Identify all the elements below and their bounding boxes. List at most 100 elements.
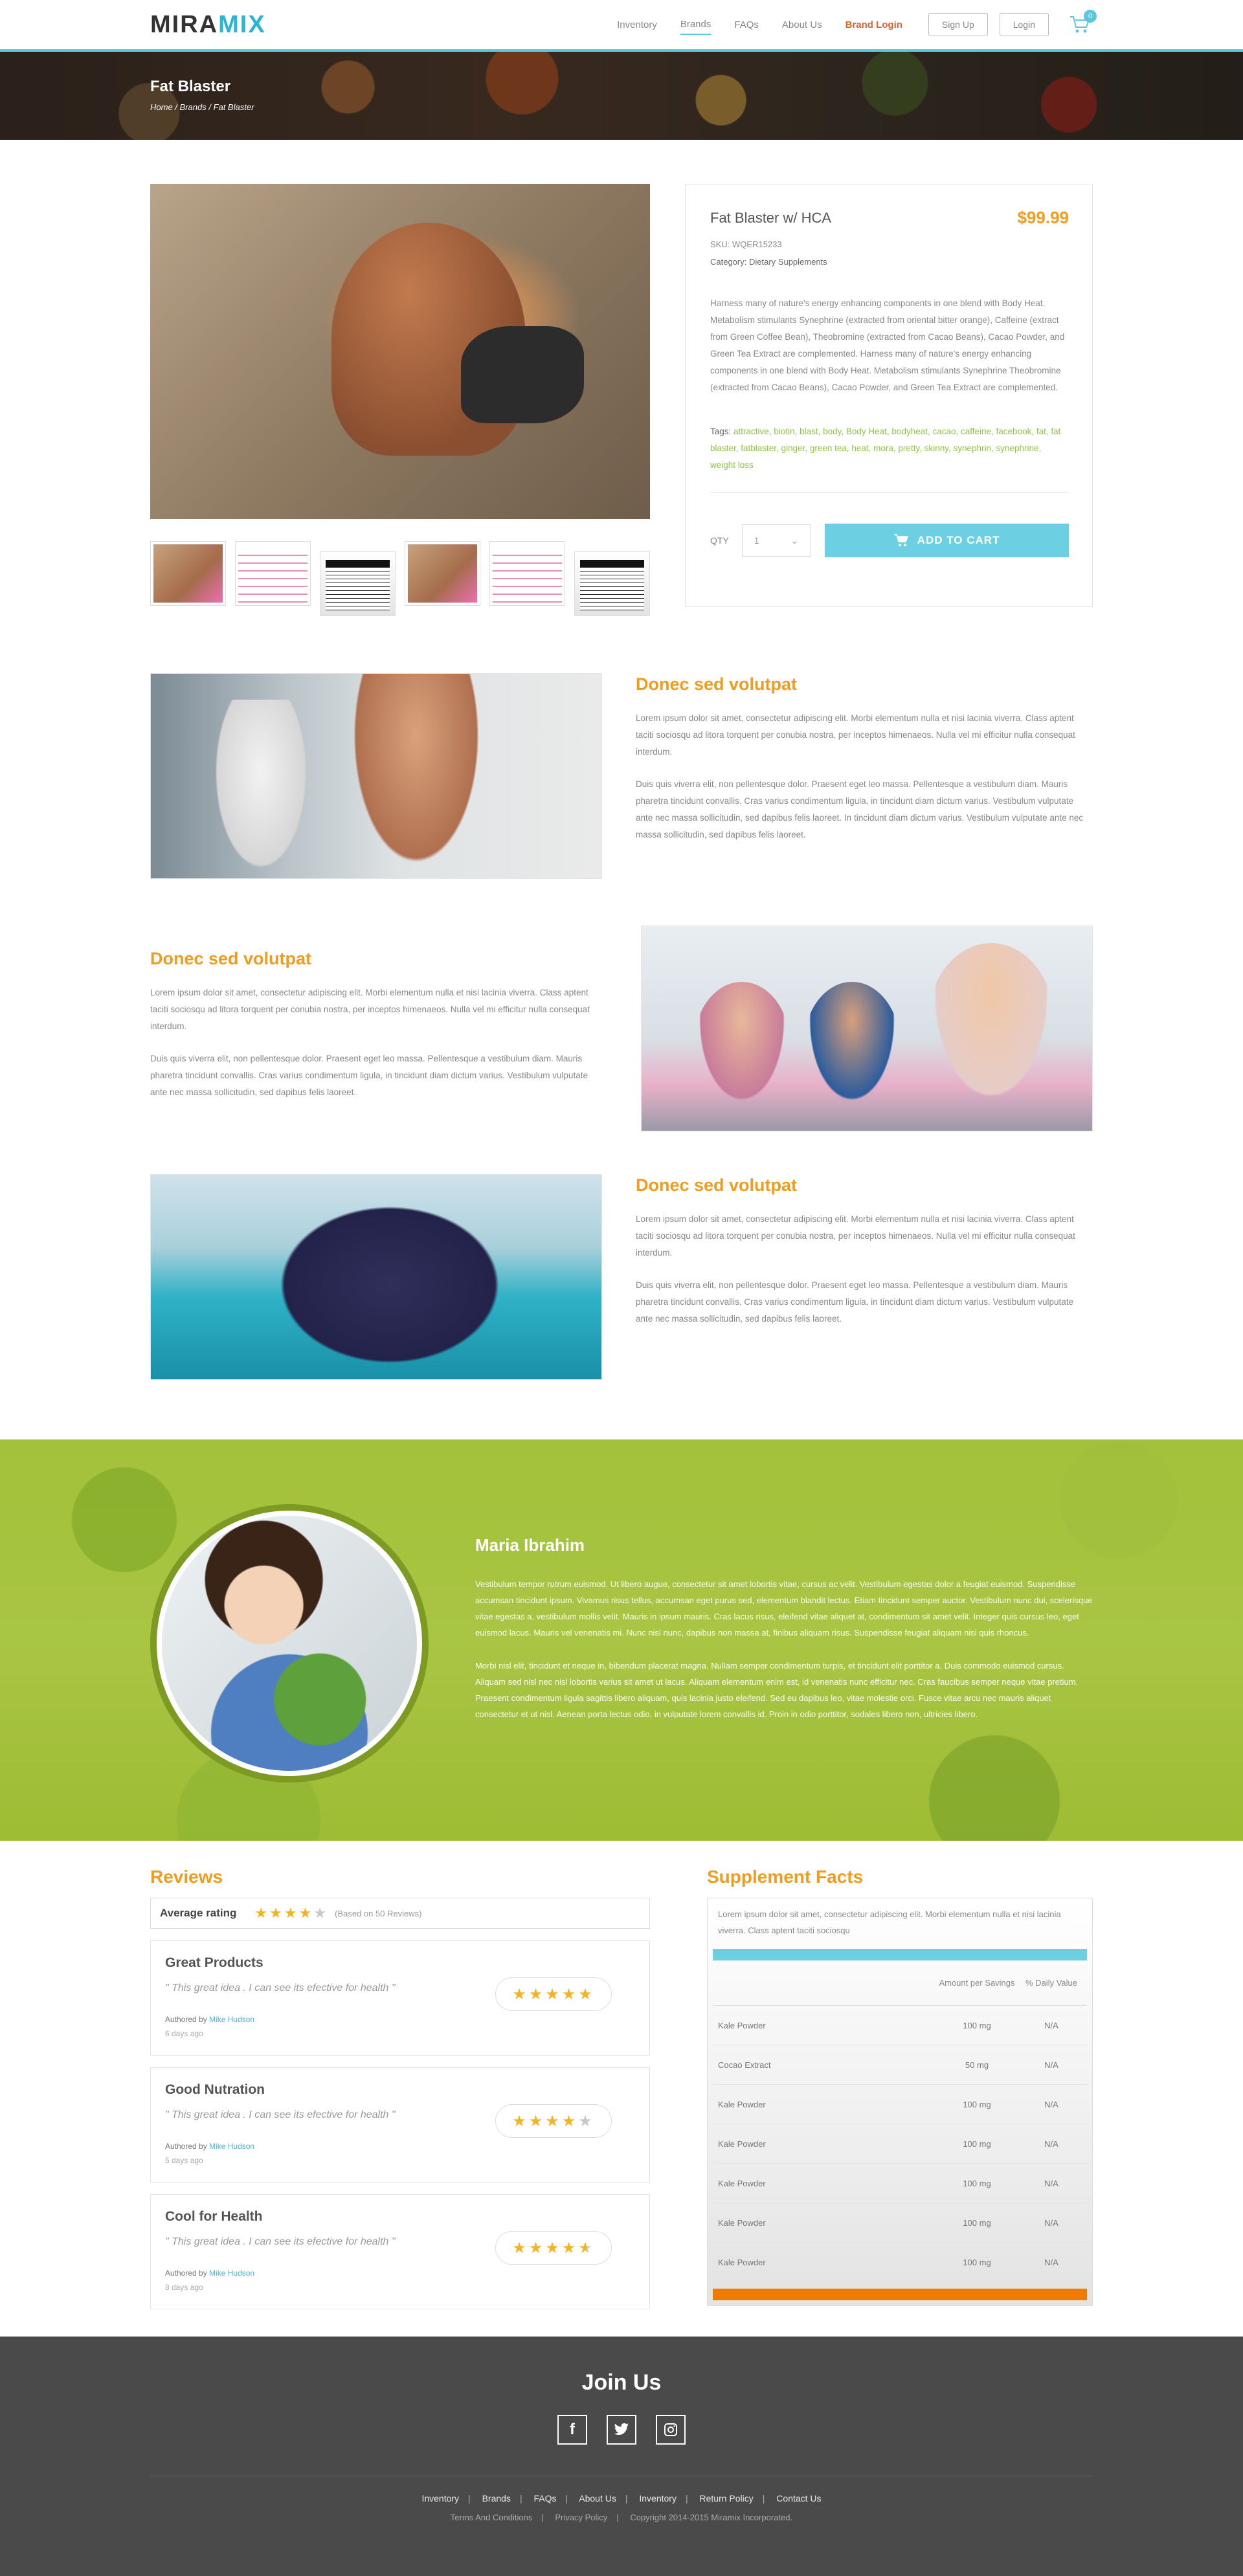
feature-image [150, 1174, 602, 1380]
nav-about-us[interactable]: About Us [782, 16, 822, 34]
review-card: Good Nutration " This great idea . I can… [150, 2067, 650, 2182]
author-link[interactable]: Mike Hudson [209, 2142, 254, 2151]
review-stars: ★ ★ ★ ★ ★ [495, 2104, 612, 2138]
footer-link-terms[interactable]: Terms And Conditions [451, 2513, 532, 2522]
category-label: Category: [710, 257, 747, 267]
review-title: Great Products [165, 1955, 263, 1970]
footer-link-return-policy[interactable]: Return Policy [700, 2493, 754, 2504]
login-button[interactable]: Login [999, 13, 1049, 36]
author-label: Authored by [165, 2015, 207, 2024]
average-rating-bar: Average rating ★★★★★ (Based on 50 Review… [150, 1898, 650, 1929]
facts-col-daily-value: % Daily Value [1025, 1978, 1077, 1988]
testimonial-paragraph: Vestibulum tempor rutrum euismod. Ut lib… [475, 1579, 1093, 1638]
tags-label: Tags: [710, 427, 732, 436]
author-label: Authored by [165, 2269, 207, 2278]
footer-link-faqs[interactable]: FAQs [533, 2493, 556, 2504]
star-icon: ★ [512, 1985, 529, 2003]
thumbnail[interactable] [235, 541, 311, 606]
breadcrumb[interactable]: Home / Brands / Fat Blaster [150, 102, 1093, 112]
facts-row: Cocao Extract 50 mg N/A [713, 2045, 1087, 2085]
facts-top-bar [713, 1949, 1087, 1960]
thumbnail[interactable] [150, 541, 226, 606]
facts-col-amount: Amount per Savings [939, 1978, 1015, 1988]
qty-label: QTY [710, 535, 729, 546]
footer-link-inventory-2[interactable]: Inventory [639, 2493, 677, 2504]
half-star-icon: ★ [578, 2239, 595, 2257]
product-category: Category: Dietary Supplements [710, 257, 1069, 267]
thumbnail[interactable] [320, 551, 396, 616]
feature-title: Donec sed volutpat [636, 674, 798, 694]
review-title: Cool for Health [165, 2209, 263, 2224]
review-date: 8 days ago [165, 2283, 203, 2292]
facts-daily-value: N/A [1044, 2217, 1058, 2228]
star-icon: ★ [561, 1985, 579, 2003]
instagram-icon[interactable] [656, 2415, 686, 2445]
review-card: Cool for Health " This great idea . I ca… [150, 2194, 650, 2309]
supplement-facts-table: Lorem ipsum dolor sit amet, consectetur … [707, 1898, 1093, 2306]
feature-paragraph: Lorem ipsum dolor sit amet, consectetur … [150, 988, 590, 1031]
facts-row: Kale Powder 100 mg N/A [713, 2085, 1087, 2124]
nav-brands[interactable]: Brands [680, 15, 711, 35]
main-nav: Inventory Brands FAQs About Us Brand Log… [617, 15, 902, 35]
product-main-image[interactable] [150, 184, 650, 519]
feature-paragraph: Lorem ipsum dolor sit amet, consectetur … [636, 1214, 1075, 1258]
star-icon: ★ [254, 1905, 270, 1921]
footer-link-about-us[interactable]: About Us [579, 2493, 616, 2504]
footer-sub-links: Terms And Conditions | Privacy Policy | Co… [450, 2513, 793, 2522]
star-icon: ★ [578, 1985, 595, 2003]
cart-button[interactable]: 0 [1069, 10, 1097, 34]
page-title: Fat Blaster [150, 78, 231, 95]
category-link[interactable]: Dietary Supplements [749, 257, 827, 267]
nav-inventory[interactable]: Inventory [617, 16, 657, 34]
footer-link-inventory[interactable]: Inventory [421, 2493, 459, 2504]
qty-select[interactable]: 1 ⌄ [741, 524, 811, 557]
author-link[interactable]: Mike Hudson [209, 2269, 254, 2278]
facts-daily-value: N/A [1044, 2178, 1058, 2188]
footer-link-contact-us[interactable]: Contact Us [776, 2493, 821, 2504]
facebook-icon[interactable]: f [557, 2415, 587, 2445]
facts-daily-value: N/A [1044, 2099, 1058, 2109]
facts-ingredient: Kale Powder [718, 2138, 766, 2149]
supplement-facts-title: Supplement Facts [707, 1867, 864, 1887]
facts-row: Kale Powder 100 mg N/A [713, 2006, 1087, 2045]
review-title: Good Nutration [165, 2082, 265, 2097]
logo[interactable]: MIRAMIX [150, 11, 266, 39]
testimonial-name: Maria Ibrahim [475, 1535, 585, 1555]
facts-bottom-bar [713, 2289, 1087, 2300]
page-hero: Fat Blaster Home / Brands / Fat Blaster [0, 52, 1243, 140]
product-description: Harness many of nature's energy enhancin… [710, 298, 1065, 392]
nav-faqs[interactable]: FAQs [734, 16, 759, 34]
empty-star-icon: ★ [313, 1905, 329, 1921]
feature-paragraph: Duis quis viverra elit, non pellentesque… [636, 779, 1084, 839]
facts-amount: 50 mg [965, 2060, 989, 2070]
review-card: Great Products " This great idea . I can… [150, 1940, 650, 2056]
footer-link-privacy[interactable]: Privacy Policy [555, 2513, 607, 2522]
facts-header-row: Amount per Savings % Daily Value [713, 1960, 1087, 2006]
thumbnail[interactable] [574, 551, 650, 616]
thumbnail[interactable] [405, 541, 480, 606]
join-us-title: Join Us [581, 2370, 662, 2395]
add-to-cart-label: ADD TO CART [917, 534, 1000, 546]
product-tags: Tags: attractive, biotin, blast, body, B… [710, 423, 1069, 493]
facts-row: Kale Powder 100 mg N/A [713, 2243, 1087, 2282]
logo-text-accent: MIX [218, 10, 266, 38]
twitter-icon[interactable] [607, 2415, 636, 2445]
tags-list[interactable]: attractive, biotin, blast, body, Body He… [710, 427, 1060, 470]
author-link[interactable]: Mike Hudson [209, 2015, 254, 2024]
cart-icon [893, 534, 908, 546]
footer-link-brands[interactable]: Brands [482, 2493, 511, 2504]
feature-row: Donec sed volutpat Lorem ipsum dolor sit… [150, 673, 1093, 879]
facts-amount: 100 mg [963, 2020, 991, 2030]
social-links: f [150, 2415, 1093, 2445]
star-icon: ★ [269, 1905, 284, 1921]
star-icon: ★ [561, 2112, 579, 2130]
signup-button[interactable]: Sign Up [928, 13, 988, 36]
add-to-cart-button[interactable]: ADD TO CART [825, 524, 1069, 557]
feature-row: Donec sed volutpat Lorem ipsum dolor sit… [150, 1174, 1093, 1380]
average-rating-stars: ★★★★★ [254, 1905, 328, 1922]
thumbnail[interactable] [489, 541, 565, 606]
feature-row: Donec sed volutpat Lorem ipsum dolor sit… [150, 926, 1093, 1131]
facts-amount: 100 mg [963, 2257, 991, 2267]
nav-brand-login[interactable]: Brand Login [845, 16, 902, 34]
thumbnail-strip [150, 541, 650, 616]
